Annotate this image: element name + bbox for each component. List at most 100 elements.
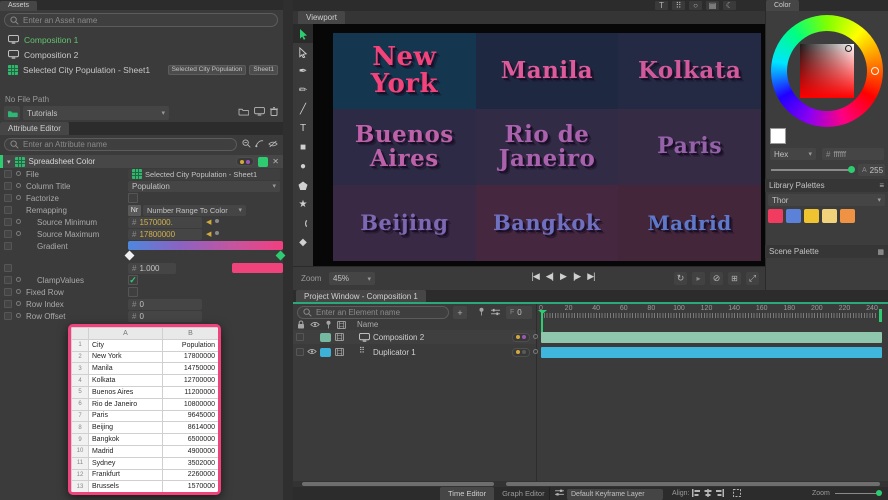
align-right-icon[interactable] <box>716 489 724 497</box>
mask-icon[interactable]: ○ <box>689 1 702 10</box>
city-tile[interactable]: Paris <box>618 109 761 185</box>
proxy-play-icon[interactable]: ▸ <box>692 272 705 285</box>
frame-all-icon[interactable] <box>733 489 741 497</box>
keyframe-toggle[interactable] <box>16 195 21 200</box>
keyframe-filter-icon[interactable] <box>555 489 564 497</box>
chevron-down-icon[interactable]: ▾ <box>7 158 11 166</box>
add-element-button[interactable]: + <box>453 306 467 319</box>
hue-selector[interactable] <box>871 67 879 75</box>
go-start-button[interactable]: |◀ <box>532 271 540 282</box>
folder-icon[interactable] <box>238 107 249 116</box>
select-tool[interactable] <box>293 24 313 43</box>
keyframe-layer-select[interactable]: Default Keyframe Layer <box>567 488 663 500</box>
fit-view-icon[interactable]: ⤢ <box>746 272 759 285</box>
timeline-track-bar[interactable] <box>541 332 882 343</box>
step-back-button[interactable]: ◀| <box>546 271 554 282</box>
palette-swatch[interactable] <box>840 209 855 223</box>
close-icon[interactable]: ✕ <box>272 157 279 166</box>
palette-swatch[interactable] <box>786 209 801 223</box>
step-forward-button[interactable]: |▶ <box>573 271 581 282</box>
h-scrollbar[interactable] <box>302 482 494 486</box>
prev-keyframe-icon[interactable]: ◀ <box>206 218 211 226</box>
number-field[interactable]: #0 <box>128 298 202 310</box>
viewport-zoom-select[interactable]: 45% ▾ <box>329 272 375 285</box>
keyframe-toggle[interactable] <box>16 183 21 188</box>
keyframe-toggle[interactable] <box>16 171 21 176</box>
tab-viewport[interactable]: Viewport <box>298 11 345 24</box>
viewport-canvas[interactable]: New York Manila Kolkata Buenos Aires Rio… <box>313 24 765 266</box>
pencil-tool[interactable]: ✏ <box>293 81 313 100</box>
hide-attributes-icon[interactable] <box>268 139 278 148</box>
diamond-tool[interactable]: ◆ <box>293 233 313 252</box>
monitor-icon[interactable] <box>254 107 265 116</box>
gradient-color-swatch[interactable] <box>232 263 283 273</box>
palette-swatch[interactable] <box>822 209 837 223</box>
asset-item[interactable]: Selected City Population - Sheet1 Select… <box>8 62 280 77</box>
tab-time-editor[interactable]: Time Editor <box>440 487 495 500</box>
visibility-slot[interactable] <box>307 333 317 341</box>
city-tile[interactable]: Buenos Aires <box>333 109 476 185</box>
dropdown-column-title[interactable]: Population ▾ <box>128 180 280 192</box>
keyframe-dot-icon[interactable] <box>215 219 219 223</box>
layer-row[interactable]: ⠿ Duplicator 1 <box>293 345 538 359</box>
playhead-line[interactable] <box>541 310 543 334</box>
film-icon[interactable] <box>337 320 346 329</box>
color-wheel[interactable] <box>771 15 883 127</box>
h-scrollbar[interactable] <box>506 482 880 486</box>
trace-icon[interactable] <box>255 139 264 148</box>
sliders-icon[interactable] <box>491 307 500 316</box>
slider-handle[interactable] <box>848 166 855 173</box>
play-button[interactable]: ▶ <box>560 271 567 282</box>
range-end-marker[interactable] <box>879 309 882 322</box>
element-search-input[interactable]: Enter an Element name <box>297 306 449 319</box>
render-icon[interactable]: ▤ <box>706 1 719 10</box>
keyframe-toggle[interactable] <box>16 289 21 294</box>
text-tool[interactable]: T <box>293 119 313 138</box>
enable-checkbox[interactable] <box>4 217 12 226</box>
trash-icon[interactable] <box>270 107 278 116</box>
pen-tool[interactable]: ✒ <box>293 62 313 81</box>
align-left-icon[interactable] <box>692 489 700 497</box>
keyframe-badge[interactable] <box>236 157 255 166</box>
asset-search-input[interactable]: Enter an Asset name <box>4 13 278 27</box>
layer-color-swatch[interactable] <box>320 332 331 342</box>
number-field[interactable]: #17800000 <box>128 228 202 240</box>
alpha-field[interactable]: A 255 <box>858 164 885 176</box>
city-tile[interactable]: Madrid <box>618 185 761 261</box>
visibility-slot[interactable] <box>307 348 317 356</box>
alpha-slider[interactable] <box>771 166 855 173</box>
tab-color[interactable]: Color <box>766 0 799 11</box>
hex-mode-select[interactable]: Hex ▾ <box>770 148 816 160</box>
layer-color-swatch[interactable] <box>320 347 331 357</box>
gradient-stop-start[interactable] <box>124 250 135 261</box>
gradient-bar[interactable] <box>128 240 283 250</box>
attribute-search-input[interactable]: Enter an Attribute name <box>4 138 237 151</box>
hex-input[interactable]: # ffffff <box>822 148 884 160</box>
tab-assets[interactable]: Assets <box>0 0 38 11</box>
layer-row[interactable]: Composition 2 <box>293 330 538 344</box>
number-field[interactable]: #1570000. <box>128 216 202 228</box>
pin-icon[interactable] <box>325 320 332 329</box>
sv-selector[interactable] <box>845 45 852 52</box>
keyframe-dot-icon[interactable] <box>215 231 219 235</box>
enable-checkbox[interactable] <box>4 193 12 202</box>
prev-keyframe-icon[interactable]: ◀ <box>206 230 211 238</box>
theme-icon[interactable]: ☾ <box>723 1 736 10</box>
line-tool[interactable]: ╱ <box>293 100 313 119</box>
menu-icon[interactable]: ≡ <box>879 181 884 190</box>
frame-field[interactable]: F 0 <box>506 306 532 319</box>
go-end-button[interactable]: ▶| <box>587 271 595 282</box>
text-frame-icon[interactable]: T <box>655 1 668 10</box>
checkbox[interactable] <box>128 193 138 203</box>
enable-toggle[interactable] <box>258 156 269 167</box>
enable-checkbox[interactable] <box>4 181 12 190</box>
timeline-track-bar[interactable] <box>541 347 882 358</box>
gradient-position-field[interactable]: #1.000 <box>128 262 176 274</box>
eye-icon[interactable] <box>310 321 320 328</box>
checkbox[interactable] <box>128 287 138 297</box>
slider-handle[interactable] <box>876 490 882 496</box>
folder-select[interactable]: Tutorials ▾ <box>23 106 169 120</box>
enable-checkbox[interactable] <box>4 311 12 320</box>
asset-item[interactable]: Composition 2 <box>8 47 280 62</box>
rectangle-tool[interactable]: ■ <box>293 138 313 157</box>
